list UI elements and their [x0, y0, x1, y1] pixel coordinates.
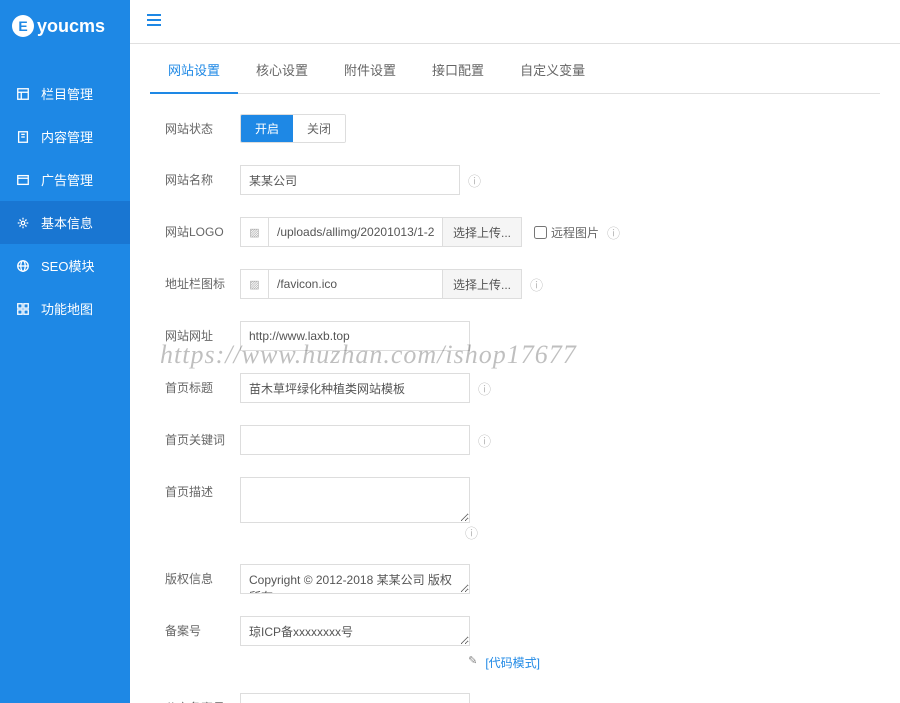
label-favicon: 地址栏图标	[165, 269, 240, 292]
checkbox-remote-img-label: 远程图片	[551, 224, 599, 241]
sidebar-item-label: 功能地图	[41, 299, 93, 318]
label-police-beian: 公安备案号	[165, 693, 240, 703]
row-home-keywords: 首页关键词 ⓘ	[165, 425, 865, 455]
tab-site-settings[interactable]: 网站设置	[150, 47, 238, 94]
input-site-logo[interactable]	[268, 217, 443, 247]
checkbox-remote-img[interactable]: 远程图片	[534, 224, 599, 241]
help-icon[interactable]: ⓘ	[478, 431, 491, 450]
tab-core-settings[interactable]: 核心设置	[238, 47, 326, 93]
topbar	[130, 0, 900, 44]
row-favicon: 地址栏图标 ▨ 选择上传... ⓘ	[165, 269, 865, 299]
sidebar-item-label: 基本信息	[41, 213, 93, 232]
edit-icon[interactable]: ✎	[468, 654, 477, 667]
logo: E youcms	[0, 0, 130, 52]
help-icon[interactable]: ⓘ	[478, 379, 491, 398]
logo-text: youcms	[37, 16, 105, 37]
textarea-home-desc[interactable]	[240, 477, 470, 523]
upload-logo-button[interactable]: 选择上传...	[443, 217, 522, 247]
label-copyright: 版权信息	[165, 564, 240, 587]
sidebar-item-content[interactable]: 内容管理	[0, 115, 130, 158]
grid-icon	[15, 301, 31, 317]
checkbox-remote-img-input[interactable]	[534, 226, 547, 239]
logo-icon: E	[12, 15, 34, 37]
file-icon	[15, 129, 31, 145]
label-site-name: 网站名称	[165, 165, 240, 188]
input-home-title[interactable]	[240, 373, 470, 403]
sidebar-item-basic[interactable]: 基本信息	[0, 201, 130, 244]
tab-api-config[interactable]: 接口配置	[414, 47, 502, 93]
sidebar-item-ads[interactable]: 广告管理	[0, 158, 130, 201]
input-site-url[interactable]	[240, 321, 470, 351]
label-site-status: 网站状态	[165, 114, 240, 137]
row-home-title: 首页标题 ⓘ	[165, 373, 865, 403]
label-site-logo: 网站LOGO	[165, 217, 240, 240]
input-site-name[interactable]	[240, 165, 460, 195]
label-site-url: 网站网址	[165, 321, 240, 344]
form: 网站状态 开启 关闭 网站名称 ⓘ	[150, 114, 880, 703]
image-icon: ▨	[240, 269, 268, 299]
row-site-logo: 网站LOGO ▨ 选择上传... 远程图片 ⓘ	[165, 217, 865, 247]
row-copyright: 版权信息 Copyright © 2012-2018 某某公司 版权所有	[165, 564, 865, 594]
row-beian: 备案号 琼ICP备xxxxxxxx号 ✎ [代码模式]	[165, 616, 865, 671]
row-site-url: 网站网址	[165, 321, 865, 351]
tabs: 网站设置 核心设置 附件设置 接口配置 自定义变量	[150, 44, 880, 94]
help-icon[interactable]: ⓘ	[530, 275, 543, 294]
sidebar: E youcms 栏目管理 内容管理 广告管理 基本信息 SEO模块	[0, 0, 130, 703]
textarea-police-beian[interactable]	[240, 693, 470, 703]
hamburger-icon[interactable]	[145, 11, 163, 32]
label-home-title: 首页标题	[165, 373, 240, 396]
sidebar-item-label: 广告管理	[41, 170, 93, 189]
sidebar-item-label: 内容管理	[41, 127, 93, 146]
help-icon[interactable]: ⓘ	[607, 223, 620, 242]
main-content: 网站设置 核心设置 附件设置 接口配置 自定义变量 网站状态 开启 关闭	[130, 0, 900, 703]
help-icon[interactable]: ⓘ	[465, 523, 478, 542]
toggle-on[interactable]: 开启	[241, 115, 293, 142]
textarea-copyright[interactable]: Copyright © 2012-2018 某某公司 版权所有	[240, 564, 470, 594]
textarea-beian[interactable]: 琼ICP备xxxxxxxx号	[240, 616, 470, 646]
sidebar-item-sitemap[interactable]: 功能地图	[0, 287, 130, 330]
toggle-site-status: 开启 关闭	[240, 114, 346, 143]
input-home-keywords[interactable]	[240, 425, 470, 455]
row-site-name: 网站名称 ⓘ	[165, 165, 865, 195]
label-beian: 备案号	[165, 616, 240, 639]
row-police-beian: 公安备案号 ✎ [代码模式]	[165, 693, 865, 703]
toggle-off[interactable]: 关闭	[293, 115, 345, 142]
input-favicon[interactable]	[268, 269, 443, 299]
sidebar-item-columns[interactable]: 栏目管理	[0, 72, 130, 115]
help-icon[interactable]: ⓘ	[468, 171, 481, 190]
label-home-desc: 首页描述	[165, 477, 240, 500]
row-home-desc: 首页描述 ⓘ	[165, 477, 865, 542]
upload-favicon-button[interactable]: 选择上传...	[443, 269, 522, 299]
label-home-keywords: 首页关键词	[165, 425, 240, 448]
sidebar-menu: 栏目管理 内容管理 广告管理 基本信息 SEO模块 功能地图	[0, 72, 130, 330]
code-mode-link[interactable]: [代码模式]	[485, 654, 540, 671]
content-area: 网站设置 核心设置 附件设置 接口配置 自定义变量 网站状态 开启 关闭	[130, 44, 900, 703]
sidebar-item-label: 栏目管理	[41, 84, 93, 103]
globe-icon	[15, 258, 31, 274]
image-icon: ▨	[240, 217, 268, 247]
gear-icon	[15, 215, 31, 231]
sidebar-item-seo[interactable]: SEO模块	[0, 244, 130, 287]
row-site-status: 网站状态 开启 关闭	[165, 114, 865, 143]
tab-custom-vars[interactable]: 自定义变量	[502, 47, 603, 93]
tab-attachment-settings[interactable]: 附件设置	[326, 47, 414, 93]
sidebar-item-label: SEO模块	[41, 256, 94, 275]
ad-icon	[15, 172, 31, 188]
columns-icon	[15, 86, 31, 102]
